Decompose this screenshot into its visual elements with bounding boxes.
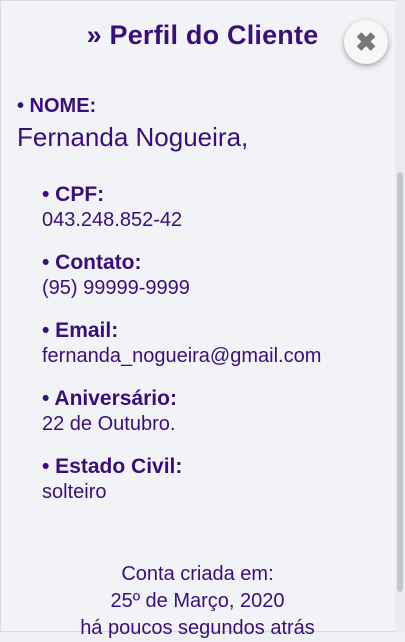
client-details: • CPF: 043.248.852-42 • Contato: (95) 99…: [42, 183, 372, 523]
account-created-info: Conta criada em: 25º de Março, 2020 há p…: [0, 561, 395, 642]
field-estado-civil: • Estado Civil: solteiro: [42, 455, 372, 505]
client-name-block: • NOME: Fernanda Nogueira,: [17, 95, 248, 153]
field-value: fernanda_nogueira@gmail.com: [42, 345, 322, 367]
field-label: • CPF:: [42, 183, 105, 206]
field-label: • Contato:: [42, 251, 142, 274]
scrollbar-thumb[interactable]: [397, 172, 403, 592]
created-label: Conta criada em:: [121, 563, 274, 585]
field-value: solteiro: [42, 481, 107, 503]
created-date: 25º de Março, 2020: [110, 590, 285, 612]
client-profile-modal: » Perfil do Cliente ✖ • NOME: Fernanda N…: [0, 0, 405, 639]
field-cpf: • CPF: 043.248.852-42: [42, 183, 372, 233]
field-value: 22 de Outubro.: [42, 413, 176, 435]
field-value: (95) 99999-9999: [42, 277, 190, 299]
created-relative-time: há poucos segundos atrás: [80, 617, 315, 639]
field-email: • Email: fernanda_nogueira@gmail.com: [42, 319, 372, 369]
close-icon: ✖: [355, 27, 377, 57]
close-button[interactable]: ✖: [344, 20, 388, 64]
field-label: • Estado Civil:: [42, 455, 183, 478]
field-label: • Aniversário:: [42, 387, 177, 410]
field-aniversario: • Aniversário: 22 de Outubro.: [42, 387, 372, 437]
field-contato: • Contato: (95) 99999-9999: [42, 251, 372, 301]
field-value: 043.248.852-42: [42, 209, 183, 231]
scrollbar[interactable]: [395, 0, 405, 632]
field-label: • Email:: [42, 319, 119, 342]
name-label: • NOME:: [17, 95, 97, 117]
client-name: Fernanda Nogueira,: [17, 122, 249, 152]
